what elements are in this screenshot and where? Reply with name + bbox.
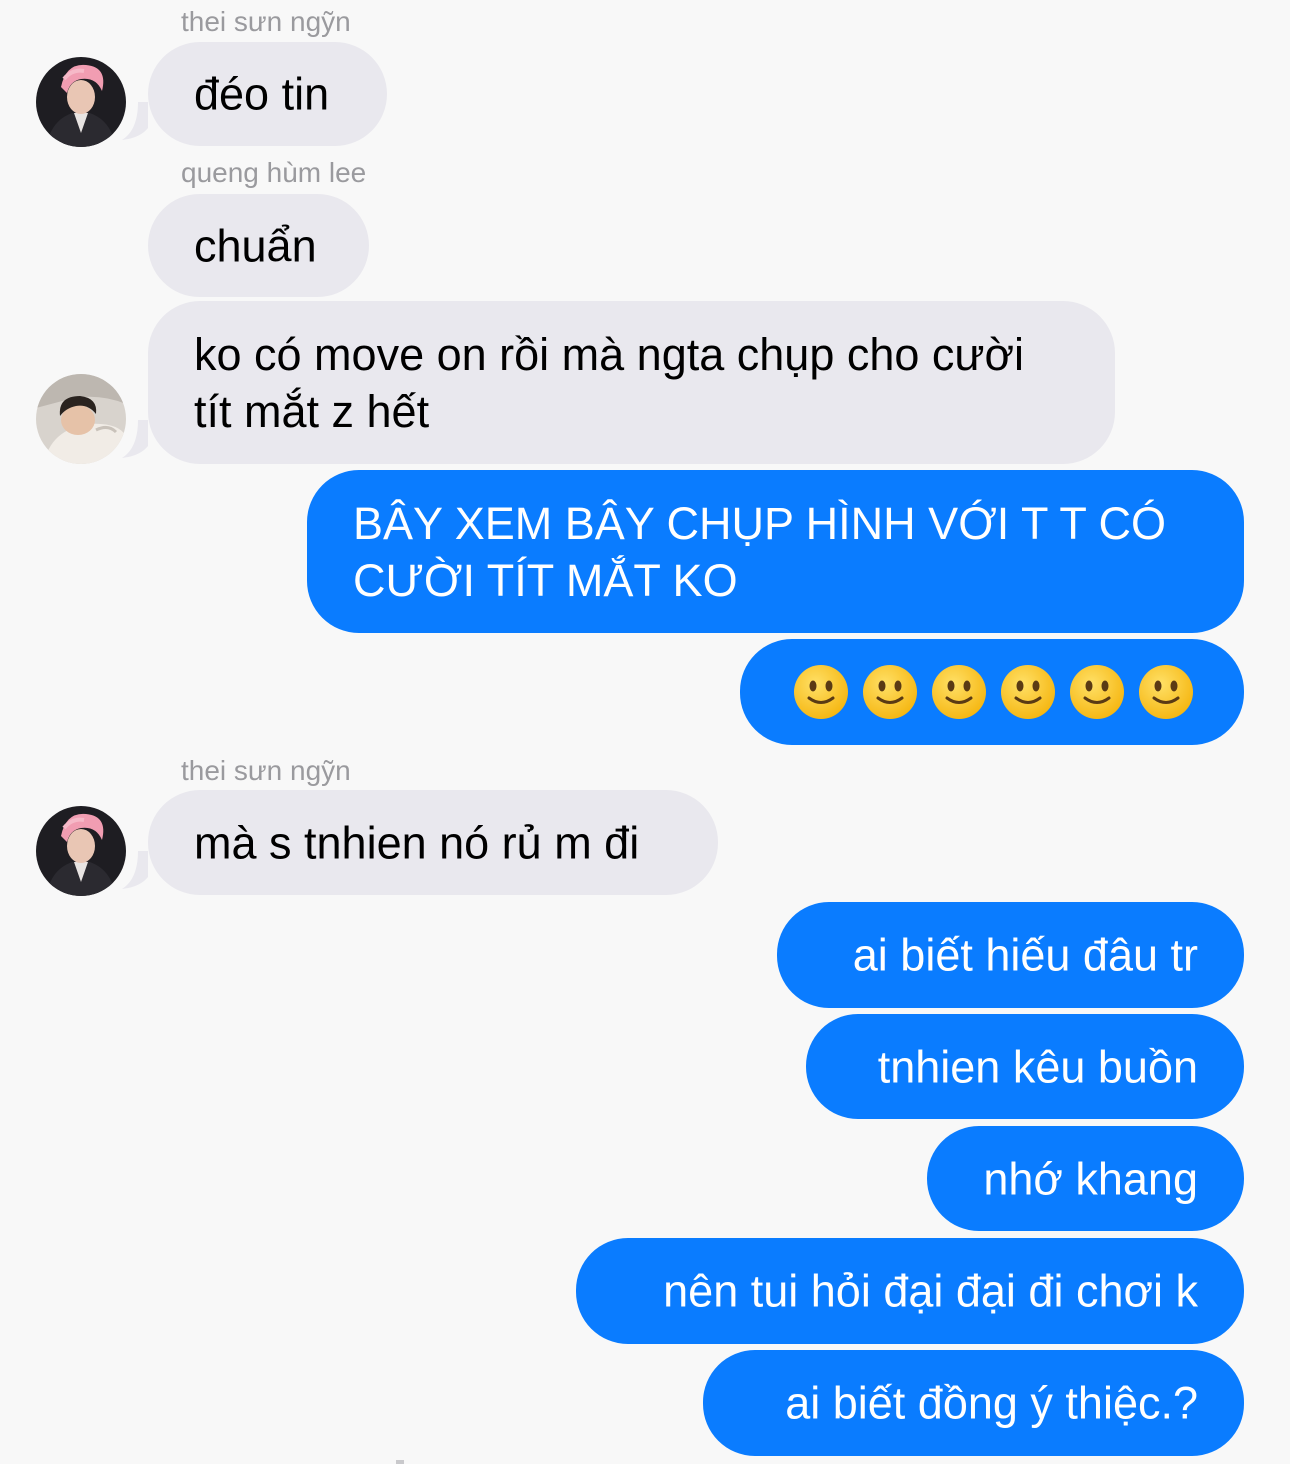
incoming-message-bubble[interactable]: chuẩn (148, 194, 369, 297)
slightly-smiling-face-icon (794, 665, 848, 719)
message-text: ko có move on rồi mà ngta chụp cho cười … (194, 326, 1024, 440)
avatar[interactable] (36, 374, 126, 464)
message-text: nên tui hỏi đại đại đi chơi k (663, 1265, 1198, 1317)
incoming-message-bubble[interactable]: ko có move on rồi mà ngta chụp cho cười … (148, 301, 1115, 464)
message-text: tnhien kêu buồn (877, 1041, 1198, 1092)
outgoing-message-bubble[interactable]: tnhien kêu buồn (806, 1014, 1244, 1119)
outgoing-message-bubble[interactable]: ai biết đồng ý thiệc.? (703, 1350, 1244, 1456)
sender-name: thei sưn ngỹn (181, 755, 351, 786)
message-line: ko có move on rồi mà ngta chụp cho cười (194, 328, 1025, 380)
avatar-pink-hair-icon (36, 57, 126, 147)
message-line: BÂY XEM BÂY CHỤP HÌNH VỚI T T CÓ (353, 497, 1167, 549)
slightly-smiling-face-icon (863, 665, 917, 719)
avatar[interactable] (36, 57, 126, 147)
avatar[interactable] (36, 806, 126, 896)
outgoing-message-bubble[interactable]: nhớ khang (927, 1126, 1244, 1231)
message-line: CƯỜI TÍT MẮT KO (353, 554, 738, 606)
emoji-row (793, 664, 1194, 720)
message-text: BÂY XEM BÂY CHỤP HÌNH VỚI T T CÓ CƯỜI TÍ… (353, 495, 1166, 609)
message-text: đéo tin (194, 68, 330, 120)
slightly-smiling-face-icon (1001, 665, 1055, 719)
outgoing-message-bubble[interactable]: BÂY XEM BÂY CHỤP HÌNH VỚI T T CÓ CƯỜI TÍ… (307, 470, 1244, 633)
message-text: ai biết đồng ý thiệc.? (785, 1377, 1198, 1429)
message-text: nhớ khang (983, 1153, 1198, 1204)
sender-name: queng hùm lee (181, 157, 367, 188)
incoming-message-bubble[interactable]: mà s tnhien nó rủ m đi (148, 790, 718, 895)
slightly-smiling-face-icon (1070, 665, 1124, 719)
message-text: mà s tnhien nó rủ m đi (194, 817, 640, 868)
avatar-pink-hair-icon (36, 806, 126, 896)
sender-name: thei sưn ngỹn (181, 6, 351, 37)
slightly-smiling-face-icon (932, 665, 986, 719)
message-text: ai biết hiếu đâu tr (852, 929, 1198, 981)
slightly-smiling-face-icon (1139, 665, 1193, 719)
outgoing-message-bubble[interactable]: ai biết hiếu đâu tr (777, 902, 1244, 1008)
outgoing-message-bubble[interactable]: nên tui hỏi đại đại đi chơi k (576, 1238, 1244, 1344)
outgoing-emoji-bubble[interactable] (740, 639, 1244, 745)
message-line: tít mắt z hết (194, 385, 430, 437)
avatar-lying-down-icon (36, 374, 126, 464)
next-content-peek (396, 1460, 404, 1464)
message-text: chuẩn (194, 220, 317, 271)
incoming-message-bubble[interactable]: đéo tin (148, 42, 387, 146)
